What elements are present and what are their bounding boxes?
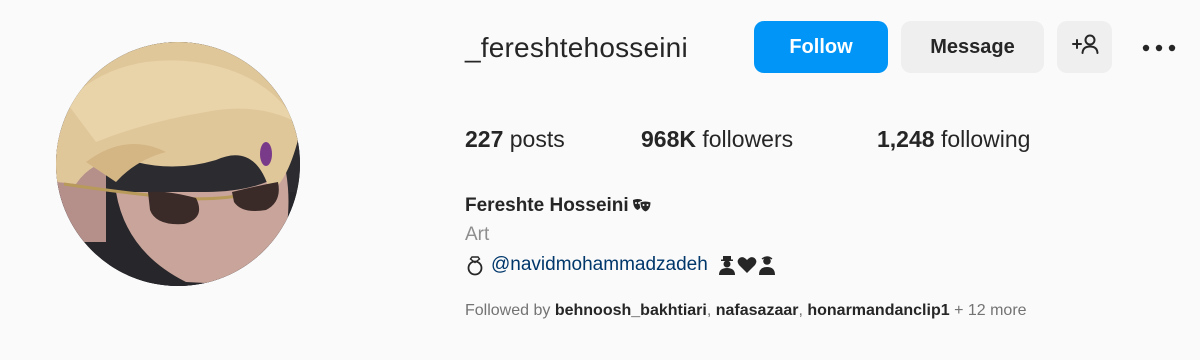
black-heart-icon <box>737 256 757 274</box>
bio-mention-link[interactable]: @navidmohammadzadeh <box>491 251 708 279</box>
followers-stat[interactable]: 968K followers <box>641 122 877 156</box>
posts-stat: 227 posts <box>465 122 641 156</box>
following-stat[interactable]: 1,248 following <box>877 122 1030 156</box>
following-label: following <box>940 126 1031 152</box>
ring-icon <box>465 254 485 276</box>
add-person-icon <box>1071 33 1099 61</box>
follower-account-link[interactable]: nafasazaar <box>716 302 799 319</box>
followers-label: followers <box>702 126 794 152</box>
performing-arts-masks-icon <box>631 197 653 215</box>
profile-category: Art <box>465 224 490 245</box>
message-button[interactable]: Message <box>901 21 1044 73</box>
bio-emojis <box>718 255 776 275</box>
bio-line: @navidmohammadzadeh <box>465 251 776 279</box>
follow-button[interactable]: Follow <box>754 21 888 73</box>
profile-stats: 227 posts 968K followers 1,248 following <box>465 122 1030 156</box>
profile-username: _fereshtehosseini <box>465 32 688 63</box>
follower-account-link[interactable]: behnoosh_bakhtiari <box>555 302 707 319</box>
bust-silhouette-icon <box>718 255 736 275</box>
posts-label: posts <box>509 126 565 152</box>
followed-by-prefix: Followed by <box>465 302 551 319</box>
followed-by-more-link[interactable]: + 12 more <box>954 302 1026 319</box>
followers-count: 968K <box>641 126 696 152</box>
separator-comma: , <box>706 302 716 319</box>
bust-silhouette-icon <box>758 255 776 275</box>
follower-account-link[interactable]: honarmandanclip1 <box>807 302 949 319</box>
profile-photo-icon <box>56 42 300 286</box>
more-options-button[interactable] <box>1133 21 1185 73</box>
posts-count: 227 <box>465 126 504 152</box>
suggest-similar-button[interactable] <box>1057 21 1112 73</box>
more-options-icon <box>1142 40 1176 55</box>
following-count: 1,248 <box>877 126 935 152</box>
followed-by-line[interactable]: Followed by behnoosh_bakhtiari, nafasaza… <box>465 299 1027 323</box>
profile-avatar[interactable] <box>56 42 300 286</box>
full-name-text: Fereshte Hosseini <box>465 195 629 216</box>
profile-full-name: Fereshte Hosseini <box>465 192 653 220</box>
